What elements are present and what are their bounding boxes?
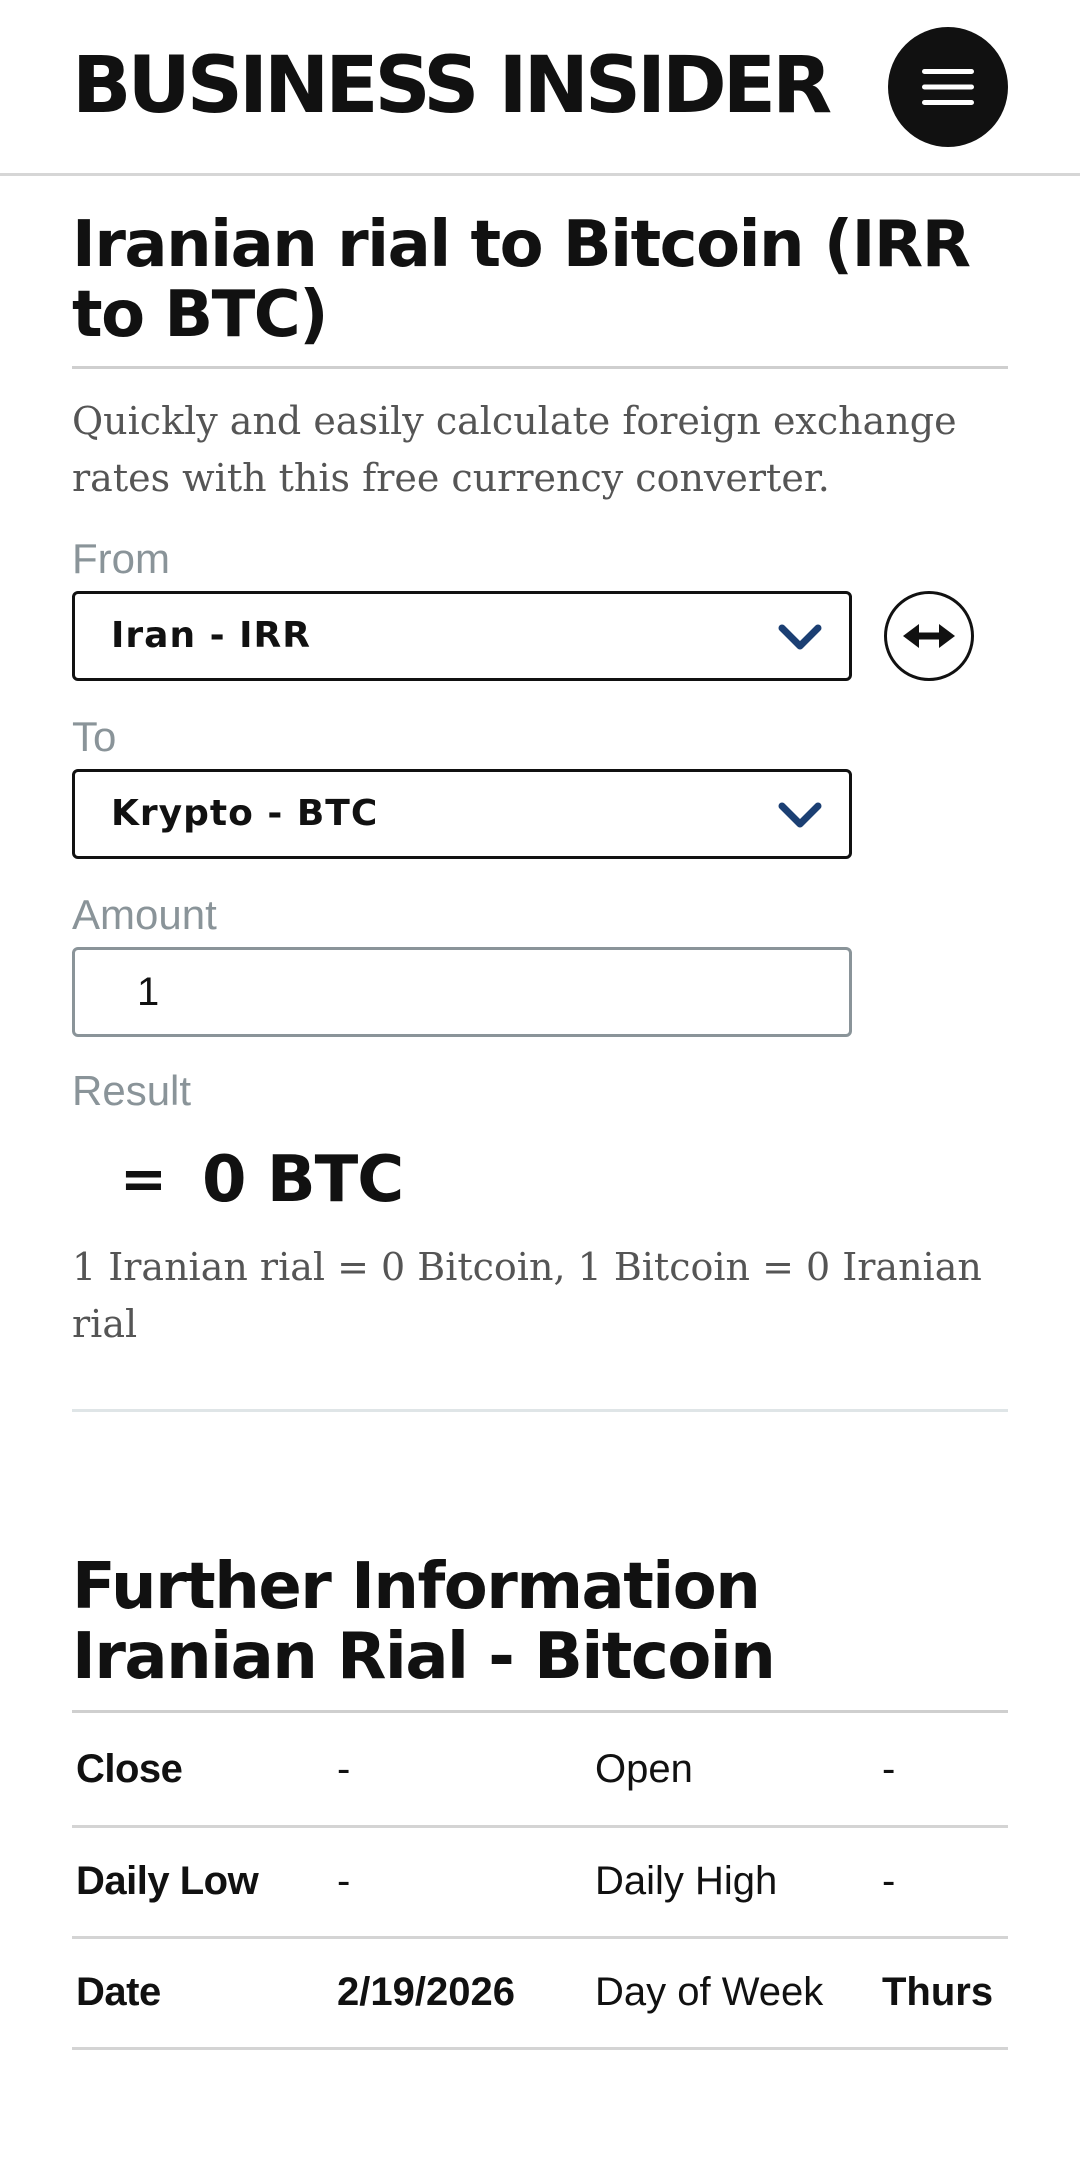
to-row: Krypto - BTC: [72, 769, 1008, 859]
exchange-rate-text: 1 Iranian rial = 0 Bitcoin, 1 Bitcoin = …: [72, 1245, 982, 1346]
from-currency-value: Iran - IRR: [111, 615, 311, 656]
intro-text: Quickly and easily calculate foreign exc…: [72, 399, 957, 500]
page-title: Iranian rial to Bitcoin (IRR to BTC): [72, 208, 971, 352]
daily-low-label: Daily Low: [76, 1859, 259, 1903]
chevron-down-icon: [778, 624, 822, 650]
site-header: BUSINESS INSIDER: [0, 0, 1080, 176]
swap-arrows-icon: [903, 624, 955, 648]
market-info-table: Close - Open - Daily Low - Daily High - …: [72, 1715, 1008, 2050]
table-row: Daily Low - Daily High -: [72, 1826, 1008, 1937]
from-row: Iran - IRR: [72, 591, 1008, 681]
daily-high-value: -: [882, 1859, 896, 1903]
date-label: Date: [76, 1970, 161, 2014]
result-label: Result: [72, 1067, 192, 1114]
hamburger-menu-icon: [922, 69, 974, 105]
table-row: Date 2/19/2026 Day of Week Thurs: [72, 1937, 1008, 2048]
day-of-week-value: Thurs: [882, 1970, 994, 2014]
close-value: -: [337, 1747, 351, 1792]
swap-currencies-button[interactable]: [884, 591, 974, 681]
title-divider: [72, 366, 1008, 369]
business-insider-logo[interactable]: BUSINESS INSIDER: [72, 38, 832, 134]
open-value: -: [882, 1747, 896, 1792]
day-of-week-label: Day of Week: [595, 1970, 824, 2014]
to-currency-value: Krypto - BTC: [111, 793, 379, 834]
to-label: To: [72, 713, 117, 760]
close-label: Close: [76, 1747, 183, 1792]
from-currency-select[interactable]: Iran - IRR: [72, 591, 852, 681]
further-information-title: Further Information Iranian Rial - Bitco…: [72, 1550, 776, 1694]
open-label: Open: [595, 1747, 693, 1792]
result-value: 0 BTC: [202, 1143, 404, 1217]
from-label: From: [72, 535, 170, 582]
converter-content: Iranian rial to Bitcoin (IRR to BTC) Qui…: [72, 176, 1008, 2050]
table-row: Close - Open -: [72, 1715, 1008, 1826]
to-currency-select[interactable]: Krypto - BTC: [72, 769, 852, 859]
further-title-divider: [72, 1710, 1008, 1713]
daily-high-label: Daily High: [595, 1859, 778, 1903]
amount-input[interactable]: [72, 947, 852, 1037]
chevron-down-icon: [778, 802, 822, 828]
menu-button[interactable]: [888, 27, 1008, 147]
daily-low-value: -: [337, 1859, 351, 1903]
section-divider: [72, 1409, 1008, 1412]
result-display: = 0 BTC: [72, 1135, 1008, 1225]
amount-label: Amount: [72, 891, 217, 938]
date-value: 2/19/2026: [337, 1970, 515, 2014]
result-equals-sign: =: [120, 1147, 167, 1212]
